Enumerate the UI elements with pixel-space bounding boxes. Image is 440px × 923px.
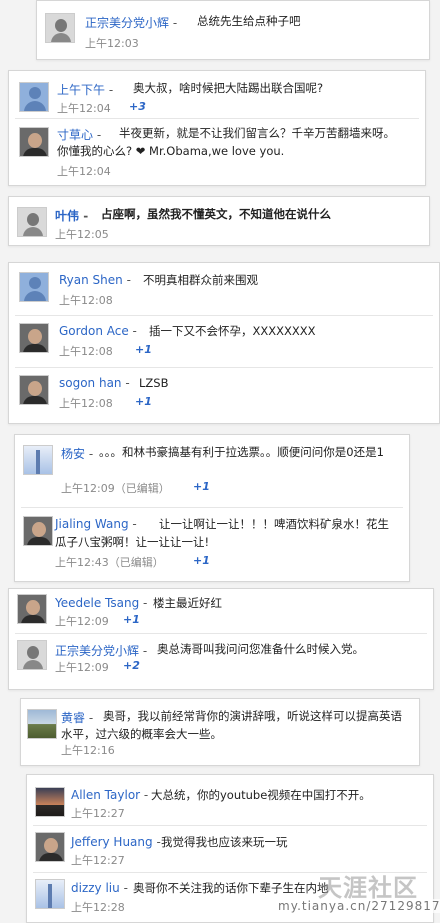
avatar[interactable] <box>19 375 49 405</box>
comment-item: Allen Taylor - 大总统，你的youtube视频在中国打不开。 上午… <box>27 775 433 825</box>
avatar[interactable] <box>17 207 47 237</box>
comment-text: 奥哥，我以前经常背你的演讲辞哦，听说这样可以提高英语水平，过六级的概率会大一些。 <box>61 709 402 741</box>
comment-item: Ryan Shen - 不明真相群众前来围观 上午12:08 <box>9 263 439 313</box>
comment-text: LZSB <box>139 376 169 390</box>
avatar[interactable] <box>45 13 75 43</box>
commenter-name[interactable]: sogon han <box>59 376 122 390</box>
comment-time[interactable]: 上午12:08 <box>59 395 113 411</box>
commenter-name[interactable]: dizzy liu <box>71 881 120 895</box>
comment-item: 叶伟 - 占座啊，虽然我不懂英文，不知道他在说什么 上午12:05 <box>9 197 429 245</box>
comment-panel: 黄睿 - 奥哥，我以前经常背你的演讲辞哦，听说这样可以提高英语水平，过六级的概率… <box>20 698 420 766</box>
avatar[interactable] <box>27 709 57 739</box>
avatar[interactable] <box>19 323 49 353</box>
comment-time[interactable]: 上午12:43（已编辑） <box>55 554 164 570</box>
avatar[interactable] <box>19 127 49 157</box>
commenter-name[interactable]: 上午下午 <box>57 83 105 97</box>
comment-text: 大总统，你的youtube视频在中国打不开。 <box>151 788 371 802</box>
comment-text: 奥大叔，啥时候把大陆踢出联合国呢? <box>133 81 324 95</box>
plus-one-count[interactable]: +1 <box>135 395 152 408</box>
avatar[interactable] <box>19 82 49 112</box>
avatar[interactable] <box>35 787 65 817</box>
plus-one-count[interactable]: +3 <box>129 100 146 113</box>
avatar[interactable] <box>35 879 65 909</box>
comment-item: Yeedele Tsang - 楼主最近好红 上午12:09 +1 <box>9 589 433 633</box>
comment-item: Gordon Ace - 插一下又不会怀孕，XXXXXXXX 上午12:08 +… <box>9 316 439 366</box>
comment-time[interactable]: 上午12:08 <box>59 343 113 359</box>
comment-item: 正宗美分党小辉 - 奥总涛哥叫我问问您准备什么时候入党。 上午12:09 +2 <box>9 634 433 689</box>
comment-item: 杨安 - 。。。和林书豪搞基有利于拉选票。。顺便问问你是0还是1 上午12:09… <box>15 435 409 501</box>
comment-time[interactable]: 上午12:09 <box>55 613 109 629</box>
comment-panel: Yeedele Tsang - 楼主最近好红 上午12:09 +1 正宗美分党小… <box>8 588 434 690</box>
comment-panel: 上午下午 - 奥大叔，啥时候把大陆踢出联合国呢? 上午12:04 +3 寸草心 … <box>8 70 426 186</box>
comment-panel: 正宗美分党小辉 - 总统先生给点种子吧 上午12:03 <box>36 0 430 60</box>
comment-text: 插一下又不会怀孕，XXXXXXXX <box>149 324 316 338</box>
comment-time[interactable]: 上午12:04 <box>57 100 111 116</box>
commenter-name[interactable]: 叶伟 <box>55 209 79 223</box>
commenter-name[interactable]: Yeedele Tsang <box>55 596 139 610</box>
comment-time[interactable]: 上午12:05 <box>55 226 109 242</box>
commenter-name[interactable]: Allen Taylor <box>71 788 140 802</box>
commenter-name[interactable]: Jeffery Huang <box>71 835 153 849</box>
comment-time[interactable]: 上午12:04 <box>57 163 111 179</box>
comment-text: 。。。和林书豪搞基有利于拉选票。。顺便问问你是0还是1 <box>99 445 384 459</box>
avatar[interactable] <box>19 272 49 302</box>
plus-one-count[interactable]: +2 <box>123 659 140 672</box>
comment-item: 黄睿 - 奥哥，我以前经常背你的演讲辞哦，听说这样可以提高英语水平，过六级的概率… <box>21 699 419 765</box>
plus-one-count[interactable]: +1 <box>123 613 140 626</box>
comment-time[interactable]: 上午12:09 <box>55 659 109 675</box>
commenter-name[interactable]: Ryan Shen <box>59 273 123 287</box>
comment-text: 我觉得我也应该来玩一玩 <box>161 835 288 849</box>
comment-text: 半夜更新，就是不让我们留言么？千辛万苦翻墙来呀。你懂我的心么? ❤ Mr.Oba… <box>57 126 395 158</box>
comment-item: 寸草心 - 半夜更新，就是不让我们留言么？千辛万苦翻墙来呀。你懂我的心么? ❤ … <box>9 119 425 185</box>
watermark-url: my.tianya.cn/27129817 <box>278 899 440 913</box>
plus-one-count[interactable]: +1 <box>193 554 210 567</box>
comment-panel: Ryan Shen - 不明真相群众前来围观 上午12:08 Gordon Ac… <box>8 262 440 424</box>
plus-one-count[interactable]: +1 <box>193 480 210 493</box>
comment-time[interactable]: 上午12:27 <box>71 852 125 868</box>
avatar[interactable] <box>23 516 53 546</box>
comment-text: 楼主最近好红 <box>153 596 222 610</box>
commenter-name[interactable]: Gordon Ace <box>59 324 129 338</box>
comment-item: Jeffery Huang - 我觉得我也应该来玩一玩 上午12:27 <box>27 826 433 872</box>
avatar[interactable] <box>35 832 65 862</box>
commenter-name[interactable]: 正宗美分党小辉 <box>55 644 139 658</box>
comment-text: 奥总涛哥叫我问问您准备什么时候入党。 <box>157 642 364 656</box>
comment-time[interactable]: 上午12:09（已编辑） <box>61 480 170 496</box>
comment-item: 上午下午 - 奥大叔，啥时候把大陆踢出联合国呢? 上午12:04 +3 <box>9 71 425 117</box>
avatar[interactable] <box>17 594 47 624</box>
avatar[interactable] <box>23 445 53 475</box>
comment-panel: 叶伟 - 占座啊，虽然我不懂英文，不知道他在说什么 上午12:05 <box>8 196 430 246</box>
comment-text: 占座啊，虽然我不懂英文，不知道他在说什么 <box>101 207 331 221</box>
comment-item: Jialing Wang - 让一让啊让一让！！！啤酒饮料矿泉水！花生瓜子八宝粥… <box>15 508 409 581</box>
avatar[interactable] <box>17 640 47 670</box>
plus-one-count[interactable]: +1 <box>135 343 152 356</box>
comment-item: sogon han - LZSB 上午12:08 +1 <box>9 368 439 423</box>
comment-text: 总统先生给点种子吧 <box>197 14 301 28</box>
comment-panel: 杨安 - 。。。和林书豪搞基有利于拉选票。。顺便问问你是0还是1 上午12:09… <box>14 434 410 582</box>
comment-time[interactable]: 上午12:28 <box>71 899 125 915</box>
comment-text: 不明真相群众前来围观 <box>143 273 258 287</box>
comment-time[interactable]: 上午12:03 <box>85 35 139 51</box>
comment-time[interactable]: 上午12:16 <box>61 742 115 758</box>
commenter-name[interactable]: 正宗美分党小辉 <box>85 16 169 30</box>
comment-time[interactable]: 上午12:08 <box>59 292 113 308</box>
comment-item: 正宗美分党小辉 - 总统先生给点种子吧 上午12:03 <box>37 1 429 59</box>
comment-time[interactable]: 上午12:27 <box>71 805 125 821</box>
watermark-logo: 天涯社区 <box>318 874 418 902</box>
comment-text: 让一让啊让一让！！！啤酒饮料矿泉水！花生瓜子八宝粥啊！让一让让一让! <box>55 517 389 549</box>
